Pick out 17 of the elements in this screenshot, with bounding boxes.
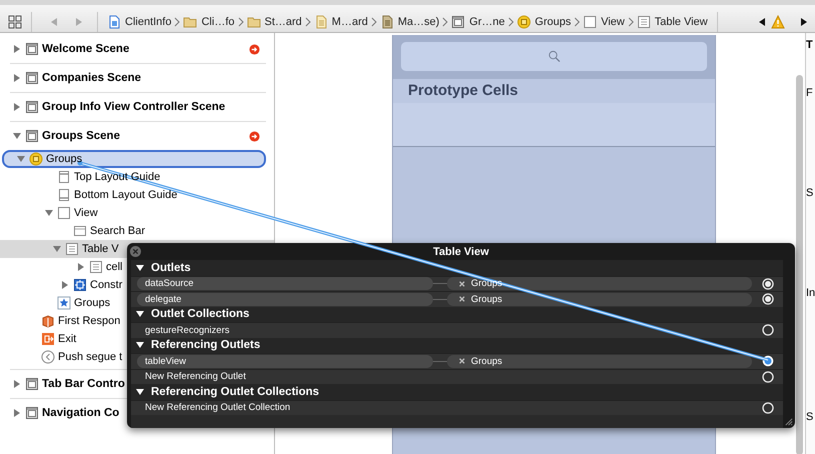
section-header: Prototype Cells (393, 79, 715, 103)
outlet-name: dataSource (137, 277, 433, 290)
section-title: Outlets (151, 262, 191, 274)
outlet-name: gestureRecognizers (144, 324, 230, 336)
section-title: Outlet Collections (151, 308, 250, 320)
panel-title: Table View (433, 246, 489, 258)
section-title: Referencing Outlets (151, 339, 260, 352)
outlet-name: delegate (137, 292, 433, 306)
outlet-name: tableView (137, 354, 433, 368)
section-title: Referencing Outlet Collections (151, 386, 320, 398)
outlet-name: New Referencing Outlet (144, 371, 247, 382)
inspector-label: In (806, 287, 815, 299)
inspector-label: T (806, 39, 814, 51)
inspector-label: S (806, 411, 814, 423)
inspector-label: F (806, 87, 814, 99)
outlet-name: New Referencing Outlet Collection (144, 402, 292, 414)
inspector-label: S (806, 187, 814, 199)
